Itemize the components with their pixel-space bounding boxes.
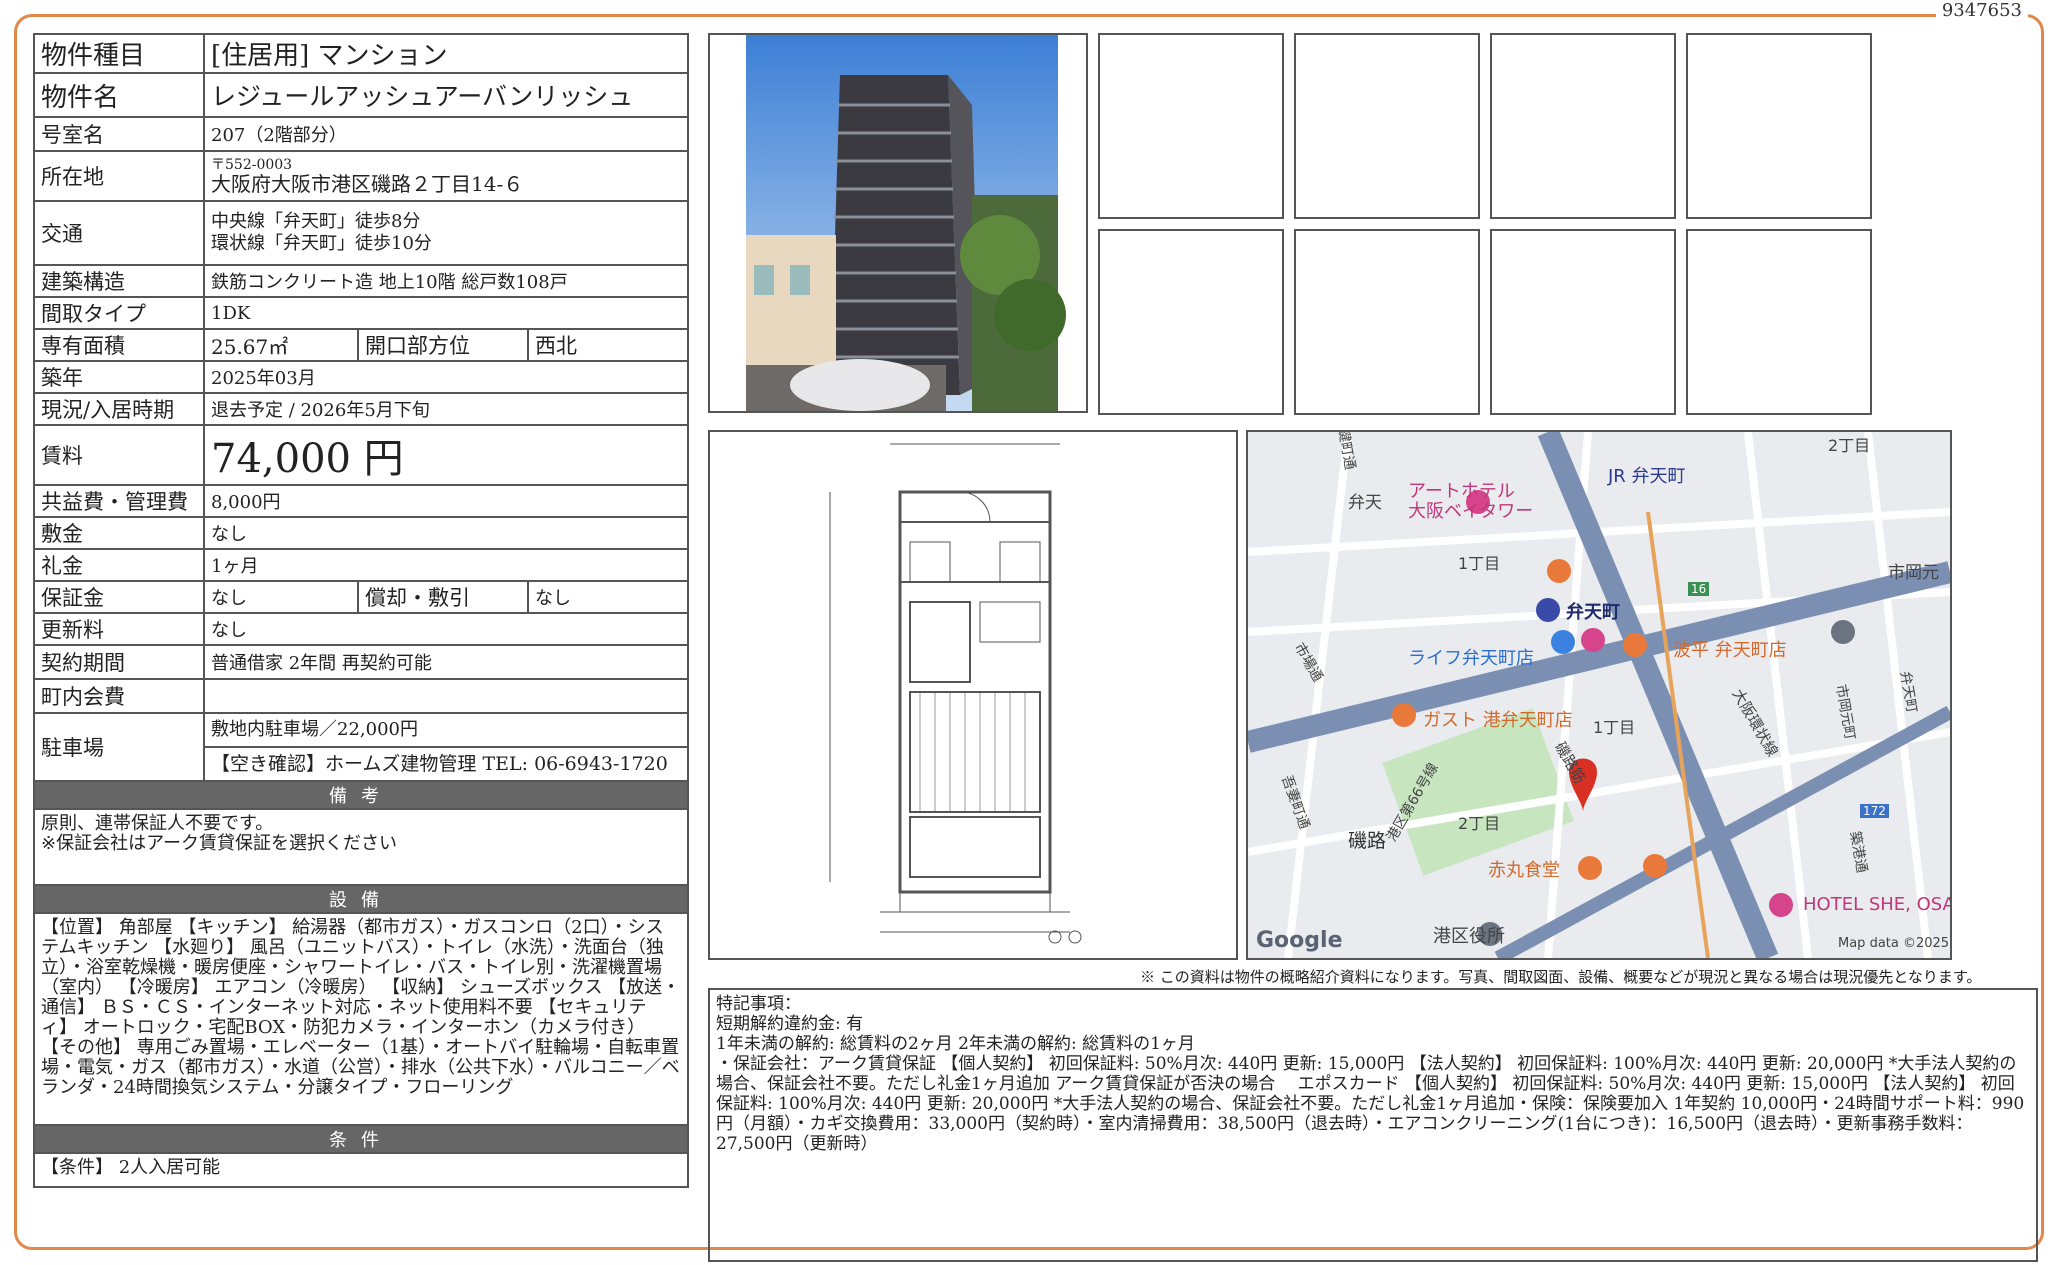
- thumbnail-4[interactable]: [1686, 33, 1872, 219]
- ward-office-label: 港区役所: [1433, 926, 1505, 947]
- thumbnail-7[interactable]: [1490, 229, 1676, 415]
- special-line-1: 短期解約違約金: 有: [716, 1014, 864, 1034]
- direction-label: 開口部方位: [357, 328, 529, 362]
- guarantee-label: 保証金: [33, 580, 205, 614]
- isoji-label: 磯路: [1348, 830, 1387, 852]
- town-fee-label: 町内会費: [33, 678, 205, 714]
- key-money-label: 礼金: [33, 548, 205, 582]
- rent-label: 賃料: [33, 424, 205, 486]
- name-label: 物件名: [33, 72, 205, 118]
- status-label: 現況/入居時期: [33, 392, 205, 426]
- contract-value: 普通借家 2年間 再契約可能: [202, 644, 690, 680]
- type-label: 物件種目: [33, 33, 205, 74]
- built-label: 築年: [33, 360, 205, 394]
- amortization-value: なし: [526, 580, 690, 614]
- thumbnail-5[interactable]: [1098, 229, 1284, 415]
- guarantee-value: なし: [203, 580, 359, 614]
- type-value: [住居用] マンション: [202, 33, 690, 74]
- ichioka-label: 市岡元: [1888, 563, 1939, 583]
- area-value: 25.67㎡: [203, 328, 359, 362]
- remarks-text: 原則、連帯保証人不要です。 ※保証会社はアーク賃貸保証を選択ください: [32, 808, 690, 886]
- google-logo: Google: [1256, 928, 1343, 953]
- map-data-credit: Map data ©2025: [1838, 936, 1950, 951]
- address-label: 所在地: [33, 150, 205, 202]
- location-map: JR 弁天町 アートホテル 大阪ベイタワー 弁天 1丁目 2丁目 市岡元 弁天町…: [1246, 430, 1952, 960]
- route-172-badge: 172: [1860, 804, 1889, 818]
- special-notes: 特記事項： 短期解約違約金: 有 1年未満の解約: 総賃料の2ヶ月 2年未満の解…: [708, 988, 2038, 1262]
- built-value: 2025年03月: [202, 360, 690, 394]
- thumbnail-2[interactable]: [1294, 33, 1480, 219]
- town-fee-value: [202, 678, 690, 714]
- floor-plan: [708, 430, 1238, 960]
- equipment-heading: 設備: [32, 884, 690, 914]
- rent-value: 74,000 円: [202, 424, 690, 486]
- layout-value: 1DK: [202, 296, 690, 330]
- thumbnail-6[interactable]: [1294, 229, 1480, 415]
- life-store-label: ライフ弁天町店: [1408, 648, 1534, 669]
- structure-value: 鉄筋コンクリート造 地上10階 総戸数108戸: [202, 264, 690, 298]
- thumbnail-1[interactable]: [1098, 33, 1284, 219]
- amortization-label: 償却・敷引: [357, 580, 529, 614]
- address-value: 大阪府大阪市港区磯路２丁目14-６: [211, 171, 524, 196]
- deposit-label: 敷金: [33, 516, 205, 550]
- itchome-south-label: 1丁目: [1593, 718, 1636, 737]
- thumbnail-8[interactable]: [1686, 229, 1872, 415]
- name-value: レジュールアッシュアーバンリッシュ: [202, 72, 690, 118]
- deposit-value: なし: [202, 516, 690, 550]
- bentencho-label: 弁天町: [1566, 602, 1620, 623]
- access-label: 交通: [33, 200, 205, 266]
- hanami-label: 波平 弁天町店: [1673, 640, 1787, 661]
- disclaimer: ※ この資料は物件の概略紹介資料になります。写真、間取図面、設備、概要などが現況…: [1140, 968, 1982, 986]
- special-line-2: 1年未満の解約: 総賃料の2ヶ月 2年未満の解約: 総賃料の1ヶ月: [716, 1034, 1195, 1054]
- fee-label: 共益費・管理費: [33, 484, 205, 518]
- room-value: 207（2階部分）: [202, 116, 690, 152]
- hotel-she-label: HOTEL SHE, OSAK: [1803, 894, 1952, 915]
- nichome-ne-label: 2丁目: [1828, 436, 1871, 455]
- special-title: 特記事項：: [716, 994, 801, 1014]
- key-money-value: 1ヶ月: [202, 548, 690, 582]
- structure-label: 建築構造: [33, 264, 205, 298]
- contact-info: 【空き確認】ホームズ建物管理 TEL: 06-6943-1720: [211, 753, 668, 775]
- access-line-2: 環状線「弁天町」徒歩10分: [211, 233, 432, 254]
- parking-value: 敷地内駐車場／22,000円: [206, 715, 687, 748]
- remarks-heading: 備考: [32, 780, 690, 810]
- renewal-value: なし: [202, 612, 690, 646]
- fee-value: 8,000円: [202, 484, 690, 518]
- room-label: 号室名: [33, 116, 205, 152]
- property-table: 物件種目 [住居用] マンション 物件名 レジュールアッシュアーバンリッシュ 号室名…: [32, 33, 690, 1188]
- benten-label: 弁天: [1348, 493, 1382, 513]
- station-jr-label: JR 弁天町: [1608, 466, 1686, 487]
- nichome-label: 2丁目: [1458, 814, 1501, 833]
- building-photo: [708, 33, 1088, 413]
- itchome-north-label: 1丁目: [1458, 554, 1501, 573]
- contract-label: 契約期間: [33, 644, 205, 680]
- akamaru-label: 赤丸食堂: [1488, 860, 1560, 881]
- conditions-text: 【条件】 2人入居可能: [32, 1152, 690, 1188]
- route-16-badge: 16: [1688, 582, 1710, 596]
- document-id: 9347653: [1935, 0, 2028, 21]
- gusto-label: ガスト 港弁天町店: [1423, 710, 1573, 731]
- hotel-label: アートホテル 大阪ベイタワー: [1408, 481, 1534, 522]
- conditions-heading: 条件: [32, 1124, 690, 1154]
- renewal-label: 更新料: [33, 612, 205, 646]
- equipment-text: 【位置】 角部屋 【キッチン】 給湯器（都市ガス）・ガスコンロ（2口）・システム…: [32, 912, 690, 1126]
- special-line-3: ・保証会社：アーク賃貸保証 【個人契約】 初回保証料: 50%月次: 440円 …: [716, 1054, 2025, 1154]
- thumbnail-3[interactable]: [1490, 33, 1676, 219]
- direction-value: 西北: [526, 328, 690, 362]
- layout-label: 間取タイプ: [33, 296, 205, 330]
- access-line-1: 中央線「弁天町」徒歩8分: [211, 211, 421, 232]
- parking-label: 駐車場: [33, 712, 205, 782]
- postal-code: 〒552-0003: [211, 156, 293, 173]
- area-label: 専有面積: [33, 328, 205, 362]
- status-value: 退去予定 / 2026年5月下旬: [202, 392, 690, 426]
